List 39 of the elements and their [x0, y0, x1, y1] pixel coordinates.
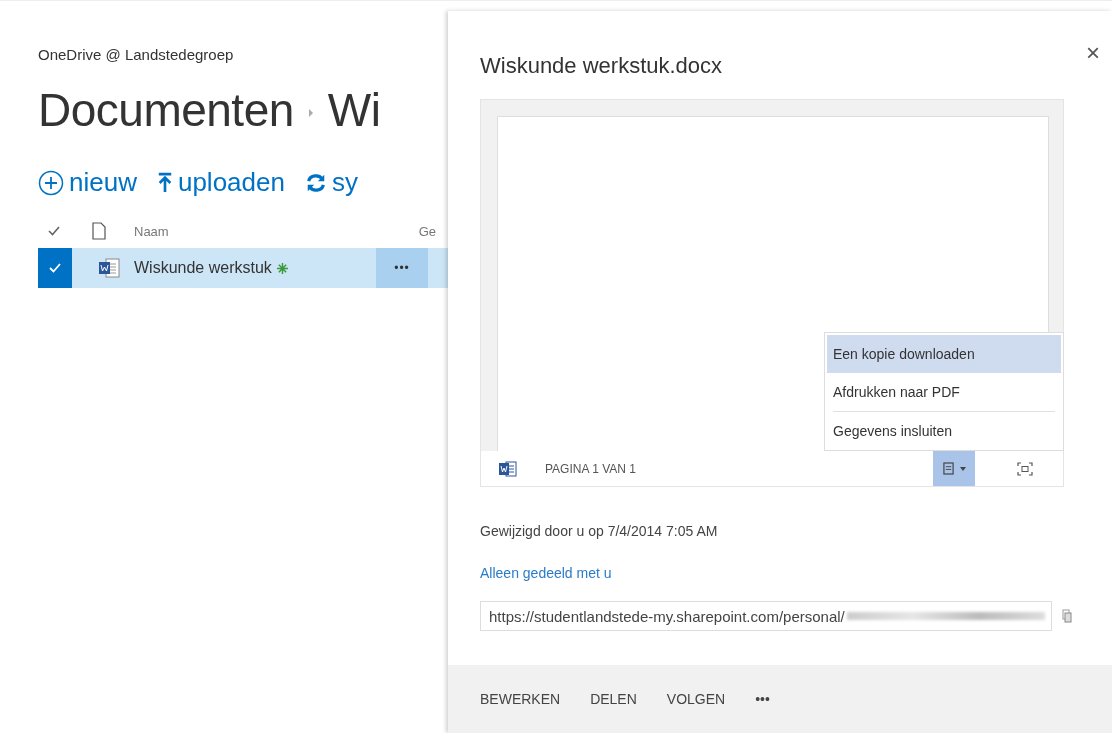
- fullscreen-icon[interactable]: [1017, 461, 1033, 476]
- upload-icon: [156, 171, 173, 194]
- action-button[interactable]: •••: [755, 691, 770, 707]
- column-header[interactable]: Naam: [134, 223, 169, 239]
- action-button[interactable]: DELEN: [590, 691, 637, 707]
- check-icon: [49, 263, 61, 273]
- file-row[interactable]: Wiskunde werkstuk •••: [38, 248, 448, 288]
- menu-item[interactable]: Een kopie downloaden: [827, 335, 1061, 373]
- toolbar-command[interactable]: nieuw: [38, 167, 137, 198]
- modified-info: Gewijzigd door u op 7/4/2014 7:05 AM: [480, 523, 719, 539]
- word-file-icon: [98, 258, 120, 278]
- action-button[interactable]: VOLGEN: [666, 691, 726, 707]
- view-menu-button[interactable]: [933, 451, 975, 486]
- document-icon: [92, 222, 106, 240]
- action-button[interactable]: BEWERKEN: [480, 691, 561, 707]
- check-icon: [48, 226, 60, 236]
- breadcrumb-item[interactable]: Wi: [327, 83, 381, 137]
- more-button[interactable]: •••: [376, 248, 428, 288]
- toolbar-command[interactable]: sy: [304, 167, 358, 198]
- page-indicator: PAGINA 1 VAN 1: [545, 461, 636, 476]
- breadcrumb-item[interactable]: Documenten: [38, 83, 294, 137]
- chevron-icon: [307, 108, 314, 118]
- word-icon: [499, 460, 517, 477]
- close-button[interactable]: ×: [1086, 41, 1100, 65]
- row-checkbox[interactable]: [38, 248, 72, 288]
- menu-item[interactable]: Afdrukken naar PDF: [825, 373, 1063, 411]
- file-name[interactable]: Wiskunde werkstuk: [134, 259, 272, 277]
- menu-item[interactable]: Gegevens insluiten: [833, 411, 1055, 450]
- column-header[interactable]: Ge: [418, 223, 437, 239]
- page-icon: [942, 462, 954, 475]
- sharing-link[interactable]: Alleen gedeeld met u: [480, 565, 612, 581]
- toolbar-command[interactable]: uploaden: [156, 167, 285, 198]
- copy-icon[interactable]: [1062, 609, 1072, 623]
- url-field[interactable]: https://studentlandstede-my.sharepoint.com/personal/: [480, 601, 1052, 631]
- caret-icon: [959, 466, 966, 471]
- plus-circle-icon: [38, 169, 64, 196]
- site-name: OneDrive @ Landstedegroep: [38, 46, 235, 63]
- panel-title: Wiskunde werkstuk.docx: [480, 53, 723, 79]
- sync-icon: [304, 171, 327, 194]
